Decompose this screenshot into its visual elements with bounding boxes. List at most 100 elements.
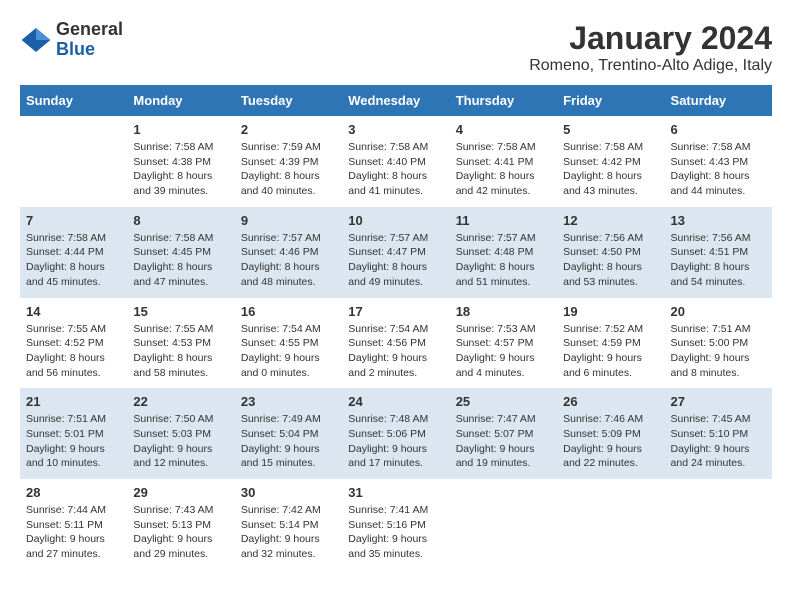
day-number: 13: [671, 213, 766, 228]
day-cell: 1 Sunrise: 7:58 AM Sunset: 4:38 PM Daylig…: [127, 116, 234, 207]
day-info: Sunrise: 7:48 AM Sunset: 5:06 PM Dayligh…: [348, 413, 428, 469]
day-info: Sunrise: 7:46 AM Sunset: 5:09 PM Dayligh…: [563, 413, 643, 469]
day-cell: 23Sunrise: 7:49 AM Sunset: 5:04 PM Dayli…: [235, 388, 342, 479]
day-number: 24: [348, 394, 443, 409]
day-info: Sunrise: 7:58 AM Sunset: 4:42 PM Dayligh…: [563, 141, 643, 197]
day-number: 1: [133, 122, 228, 137]
day-cell: 30Sunrise: 7:42 AM Sunset: 5:14 PM Dayli…: [235, 479, 342, 570]
day-info: Sunrise: 7:54 AM Sunset: 4:56 PM Dayligh…: [348, 323, 428, 379]
month-title: January 2024: [529, 20, 772, 57]
day-info: Sunrise: 7:51 AM Sunset: 5:01 PM Dayligh…: [26, 413, 106, 469]
day-info: Sunrise: 7:45 AM Sunset: 5:10 PM Dayligh…: [671, 413, 751, 469]
day-number: 30: [241, 485, 336, 500]
week-row-0: 1 Sunrise: 7:58 AM Sunset: 4:38 PM Daylig…: [20, 116, 772, 207]
day-number: 22: [133, 394, 228, 409]
day-cell: 8 Sunrise: 7:58 AM Sunset: 4:45 PM Daylig…: [127, 207, 234, 298]
location-title: Romeno, Trentino-Alto Adige, Italy: [529, 57, 772, 75]
day-number: 9: [241, 213, 336, 228]
day-number: 12: [563, 213, 658, 228]
day-number: 6: [671, 122, 766, 137]
day-info: Sunrise: 7:55 AM Sunset: 4:53 PM Dayligh…: [133, 323, 213, 379]
day-number: 17: [348, 304, 443, 319]
day-number: 15: [133, 304, 228, 319]
day-number: 16: [241, 304, 336, 319]
day-number: 2: [241, 122, 336, 137]
day-number: 23: [241, 394, 336, 409]
day-info: Sunrise: 7:58 AM Sunset: 4:44 PM Dayligh…: [26, 232, 106, 288]
day-cell: 13Sunrise: 7:56 AM Sunset: 4:51 PM Dayli…: [665, 207, 772, 298]
day-cell: 14 Sunrise: 7:55 AM Sunset: 4:52 PM Dayli…: [20, 298, 127, 389]
day-info: Sunrise: 7:55 AM Sunset: 4:52 PM Dayligh…: [26, 323, 106, 379]
day-cell: 12 Sunrise: 7:56 AM Sunset: 4:50 PM Dayli…: [557, 207, 664, 298]
day-number: 21: [26, 394, 121, 409]
day-info: Sunrise: 7:58 AM Sunset: 4:41 PM Dayligh…: [456, 141, 536, 197]
day-info: Sunrise: 7:57 AM Sunset: 4:46 PM Dayligh…: [241, 232, 321, 288]
day-info: Sunrise: 7:57 AM Sunset: 4:48 PM Dayligh…: [456, 232, 536, 288]
week-row-3: 21 Sunrise: 7:51 AM Sunset: 5:01 PM Dayli…: [20, 388, 772, 479]
col-sunday: Sunday: [20, 85, 127, 116]
day-cell: [557, 479, 664, 570]
day-cell: 26 Sunrise: 7:46 AM Sunset: 5:09 PM Dayli…: [557, 388, 664, 479]
day-cell: 5Sunrise: 7:58 AM Sunset: 4:42 PM Daylig…: [557, 116, 664, 207]
day-info: Sunrise: 7:58 AM Sunset: 4:38 PM Dayligh…: [133, 141, 213, 197]
calendar-body: 1 Sunrise: 7:58 AM Sunset: 4:38 PM Daylig…: [20, 116, 772, 570]
day-info: Sunrise: 7:58 AM Sunset: 4:40 PM Dayligh…: [348, 141, 428, 197]
day-info: Sunrise: 7:56 AM Sunset: 4:50 PM Dayligh…: [563, 232, 643, 288]
day-info: Sunrise: 7:47 AM Sunset: 5:07 PM Dayligh…: [456, 413, 536, 469]
calendar-header: Sunday Monday Tuesday Wednesday Thursday…: [20, 85, 772, 116]
logo-blue-text: Blue: [56, 40, 123, 60]
day-number: 26: [563, 394, 658, 409]
day-cell: [450, 479, 557, 570]
col-tuesday: Tuesday: [235, 85, 342, 116]
calendar-table: Sunday Monday Tuesday Wednesday Thursday…: [20, 85, 772, 570]
day-number: 14: [26, 304, 121, 319]
day-cell: 24 Sunrise: 7:48 AM Sunset: 5:06 PM Dayli…: [342, 388, 449, 479]
day-number: 19: [563, 304, 658, 319]
col-wednesday: Wednesday: [342, 85, 449, 116]
title-area: January 2024 Romeno, Trentino-Alto Adige…: [529, 20, 772, 75]
day-info: Sunrise: 7:58 AM Sunset: 4:45 PM Dayligh…: [133, 232, 213, 288]
day-cell: 10 Sunrise: 7:57 AM Sunset: 4:47 PM Dayli…: [342, 207, 449, 298]
day-cell: 28 Sunrise: 7:44 AM Sunset: 5:11 PM Dayli…: [20, 479, 127, 570]
day-cell: 18 Sunrise: 7:53 AM Sunset: 4:57 PM Dayli…: [450, 298, 557, 389]
day-cell: 25 Sunrise: 7:47 AM Sunset: 5:07 PM Dayli…: [450, 388, 557, 479]
logo-icon: [20, 24, 52, 56]
day-cell: [20, 116, 127, 207]
day-cell: 9 Sunrise: 7:57 AM Sunset: 4:46 PM Daylig…: [235, 207, 342, 298]
day-info: Sunrise: 7:59 AM Sunset: 4:39 PM Dayligh…: [241, 141, 321, 197]
day-cell: 19 Sunrise: 7:52 AM Sunset: 4:59 PM Dayli…: [557, 298, 664, 389]
day-info: Sunrise: 7:52 AM Sunset: 4:59 PM Dayligh…: [563, 323, 643, 379]
col-monday: Monday: [127, 85, 234, 116]
week-row-4: 28 Sunrise: 7:44 AM Sunset: 5:11 PM Dayli…: [20, 479, 772, 570]
day-cell: 4 Sunrise: 7:58 AM Sunset: 4:41 PM Daylig…: [450, 116, 557, 207]
day-cell: 16 Sunrise: 7:54 AM Sunset: 4:55 PM Dayli…: [235, 298, 342, 389]
day-number: 28: [26, 485, 121, 500]
header-row: Sunday Monday Tuesday Wednesday Thursday…: [20, 85, 772, 116]
day-number: 8: [133, 213, 228, 228]
day-number: 11: [456, 213, 551, 228]
day-cell: 11 Sunrise: 7:57 AM Sunset: 4:48 PM Dayli…: [450, 207, 557, 298]
day-cell: 22Sunrise: 7:50 AM Sunset: 5:03 PM Dayli…: [127, 388, 234, 479]
day-cell: 17 Sunrise: 7:54 AM Sunset: 4:56 PM Dayli…: [342, 298, 449, 389]
day-number: 7: [26, 213, 121, 228]
day-cell: 29Sunrise: 7:43 AM Sunset: 5:13 PM Dayli…: [127, 479, 234, 570]
day-number: 10: [348, 213, 443, 228]
day-info: Sunrise: 7:43 AM Sunset: 5:13 PM Dayligh…: [133, 504, 213, 560]
col-friday: Friday: [557, 85, 664, 116]
day-number: 25: [456, 394, 551, 409]
day-info: Sunrise: 7:57 AM Sunset: 4:47 PM Dayligh…: [348, 232, 428, 288]
day-number: 4: [456, 122, 551, 137]
week-row-2: 14 Sunrise: 7:55 AM Sunset: 4:52 PM Dayli…: [20, 298, 772, 389]
day-cell: 31Sunrise: 7:41 AM Sunset: 5:16 PM Dayli…: [342, 479, 449, 570]
day-cell: 6Sunrise: 7:58 AM Sunset: 4:43 PM Daylig…: [665, 116, 772, 207]
day-info: Sunrise: 7:44 AM Sunset: 5:11 PM Dayligh…: [26, 504, 106, 560]
day-cell: 27Sunrise: 7:45 AM Sunset: 5:10 PM Dayli…: [665, 388, 772, 479]
day-info: Sunrise: 7:51 AM Sunset: 5:00 PM Dayligh…: [671, 323, 751, 379]
col-thursday: Thursday: [450, 85, 557, 116]
day-info: Sunrise: 7:54 AM Sunset: 4:55 PM Dayligh…: [241, 323, 321, 379]
day-number: 18: [456, 304, 551, 319]
day-info: Sunrise: 7:53 AM Sunset: 4:57 PM Dayligh…: [456, 323, 536, 379]
day-info: Sunrise: 7:41 AM Sunset: 5:16 PM Dayligh…: [348, 504, 428, 560]
logo: General Blue: [20, 20, 123, 60]
day-cell: 7 Sunrise: 7:58 AM Sunset: 4:44 PM Daylig…: [20, 207, 127, 298]
